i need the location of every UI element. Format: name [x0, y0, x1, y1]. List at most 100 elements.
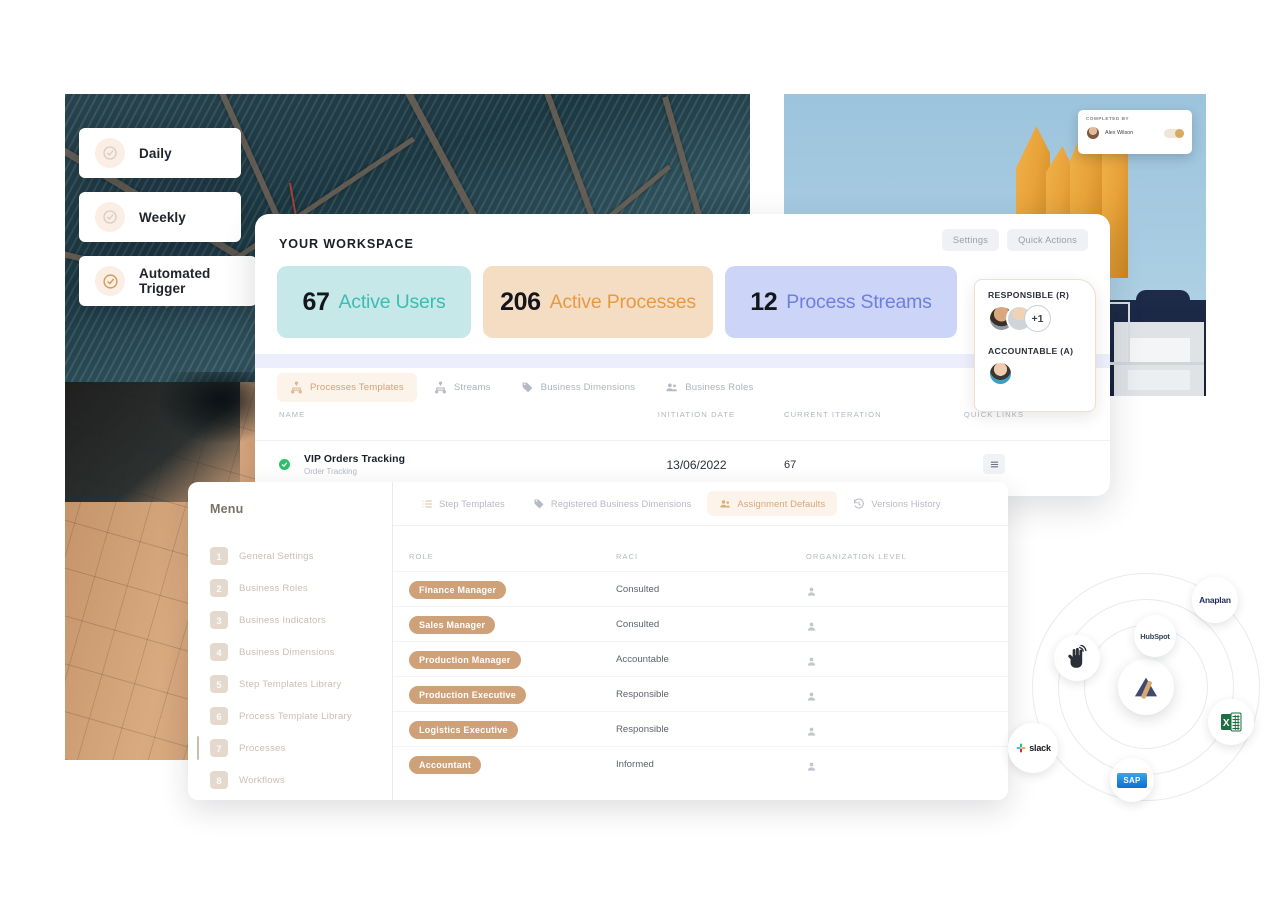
- slack-logo[interactable]: slack: [1008, 723, 1058, 773]
- tag-icon: [533, 498, 544, 509]
- touch-gesture-icon[interactable]: [1054, 635, 1100, 681]
- tab-label: Streams: [453, 382, 491, 393]
- list-menu-icon[interactable]: [983, 454, 1005, 475]
- tab-label: Processes Templates: [310, 382, 404, 393]
- column-header-organization-level: ORGANIZATION LEVEL: [806, 552, 907, 561]
- anaplan-logo[interactable]: Anaplan: [1192, 577, 1238, 623]
- stat-value: 12: [750, 287, 778, 316]
- stat-card-row: 67 Active Users 206 Active Processes 12 …: [277, 266, 957, 338]
- person-icon[interactable]: [806, 689, 817, 701]
- completed-toggle[interactable]: [1164, 128, 1184, 138]
- responsible-avatars: +1: [988, 305, 1095, 332]
- sidebar-item-step-templates-library[interactable]: 5 Step Templates Library: [188, 668, 392, 700]
- schedule-card-label: Daily: [139, 145, 172, 161]
- hierarchy-icon: [290, 381, 303, 394]
- completed-by-title: COMPLETED BY: [1086, 116, 1130, 121]
- settings-button[interactable]: Settings: [941, 229, 1000, 251]
- check-circle-icon: [95, 266, 125, 296]
- table-row[interactable]: Production Executive Responsible: [393, 676, 1008, 711]
- sidebar-item-label: Processes: [239, 742, 286, 754]
- table-row[interactable]: Logistics Executive Responsible: [393, 711, 1008, 746]
- raci-summary-card: RESPONSIBLE (R) +1 ACCOUNTABLE (A): [974, 279, 1096, 412]
- tab-versions-history[interactable]: Versions History: [841, 491, 952, 516]
- menu-title: Menu: [210, 502, 244, 516]
- sidebar-item-workflows[interactable]: 8 Workflows: [188, 764, 392, 796]
- stat-label: Process Streams: [786, 290, 932, 313]
- sidebar-item-general-settings[interactable]: 1 General Settings: [188, 540, 392, 572]
- row-subtitle: Order Tracking: [304, 466, 357, 476]
- person-icon[interactable]: [806, 654, 817, 666]
- sidebar-item-label: Business Dimensions: [239, 646, 335, 658]
- stat-card-process-streams[interactable]: 12 Process Streams: [725, 266, 957, 338]
- schedule-card-automated-trigger[interactable]: Automated Trigger: [79, 256, 257, 306]
- tab-label: Step Templates: [439, 498, 505, 509]
- app-logo-icon: [1118, 659, 1174, 715]
- role-pill[interactable]: Production Executive: [409, 685, 527, 704]
- sidebar-item-business-dimensions[interactable]: 4 Business Dimensions: [188, 636, 392, 668]
- role-pill[interactable]: Production Manager: [409, 650, 521, 669]
- raci-value: Accountable: [616, 653, 669, 665]
- raci-value: Consulted: [616, 583, 660, 595]
- column-header-raci: RACI: [616, 552, 639, 561]
- stat-value: 206: [500, 287, 541, 316]
- table-row[interactable]: Sales Manager Consulted: [393, 606, 1008, 641]
- table-row[interactable]: VIP Orders Tracking Order Tracking 13/06…: [255, 440, 1110, 488]
- raci-value: Consulted: [616, 618, 660, 630]
- sidebar-item-business-indicators[interactable]: 3 Business Indicators: [188, 604, 392, 636]
- role-pill[interactable]: Accountant: [409, 755, 481, 774]
- tab-business-dimensions[interactable]: Business Dimensions: [508, 373, 649, 402]
- schedule-card-weekly[interactable]: Weekly: [79, 192, 241, 242]
- role-pill[interactable]: Logistics Executive: [409, 720, 518, 739]
- check-circle-icon: [95, 202, 125, 232]
- tag-icon: [521, 381, 534, 394]
- hubspot-logo[interactable]: HubSpot: [1134, 615, 1176, 657]
- screenshot-stage: Daily Weekly Automated Trigger COMPLETED…: [0, 0, 1280, 907]
- tab-streams[interactable]: Streams: [421, 373, 504, 402]
- tab-label: Assignment Defaults: [737, 498, 826, 509]
- history-icon: [853, 498, 865, 509]
- tab-label: Registered Business Dimensions: [550, 498, 692, 509]
- avatar: [1086, 126, 1100, 140]
- sidebar-item-processes[interactable]: 7 Processes: [188, 732, 392, 764]
- person-icon[interactable]: [806, 619, 817, 631]
- person-icon[interactable]: [806, 759, 817, 771]
- person-icon[interactable]: [806, 724, 817, 736]
- sidebar-item-label: Step Templates Library: [239, 678, 342, 690]
- workspace-tabs: Processes Templates Streams Business Dim…: [277, 373, 766, 402]
- excel-logo[interactable]: X: [1208, 699, 1254, 745]
- sap-logo[interactable]: SAP: [1110, 758, 1154, 802]
- tab-registered-business-dimensions[interactable]: Registered Business Dimensions: [521, 491, 704, 516]
- table-row[interactable]: Accountant Informed: [393, 746, 1008, 781]
- completed-by-card: COMPLETED BY Alex Wilson: [1078, 110, 1192, 154]
- stat-card-active-processes[interactable]: 206 Active Processes: [483, 266, 713, 338]
- table-row[interactable]: Production Manager Accountable: [393, 641, 1008, 676]
- person-icon[interactable]: [806, 584, 817, 596]
- sidebar-item-business-roles[interactable]: 2 Business Roles: [188, 572, 392, 604]
- column-header-current-iteration: CURRENT ITERATION: [784, 410, 882, 419]
- sidebar-item-label: Business Roles: [239, 582, 308, 594]
- tab-business-roles[interactable]: Business Roles: [652, 373, 766, 402]
- accountable-title: ACCOUNTABLE (A): [988, 346, 1074, 356]
- avatar: [988, 361, 1013, 386]
- workspace-actions: Settings Quick Actions: [941, 229, 1088, 251]
- quick-actions-button[interactable]: Quick Actions: [1007, 229, 1088, 251]
- sidebar-item-process-template-library[interactable]: 6 Process Template Library: [188, 700, 392, 732]
- menu-item-number: 2: [210, 579, 228, 597]
- page-title: YOUR WORKSPACE: [279, 237, 414, 251]
- stat-card-active-users[interactable]: 67 Active Users: [277, 266, 471, 338]
- tab-processes-templates[interactable]: Processes Templates: [277, 373, 417, 402]
- schedule-card-daily[interactable]: Daily: [79, 128, 241, 178]
- responsible-title: RESPONSIBLE (R): [988, 290, 1070, 300]
- column-header-initiation-date: INITIATION DATE: [657, 410, 736, 419]
- tab-assignment-defaults[interactable]: Assignment Defaults: [707, 491, 838, 516]
- row-name: VIP Orders Tracking: [304, 453, 406, 465]
- table-row[interactable]: Finance Manager Consulted: [393, 571, 1008, 606]
- role-pill[interactable]: Sales Manager: [409, 615, 496, 634]
- detail-content: Step Templates Registered Business Dimen…: [393, 482, 1008, 800]
- avatar-overflow-count[interactable]: +1: [1024, 305, 1051, 332]
- tab-step-templates[interactable]: Step Templates: [409, 491, 517, 516]
- integrations-orbit: Anaplan HubSpot slack SAP X: [1008, 573, 1260, 802]
- row-current-iteration: 67: [784, 458, 797, 471]
- role-pill[interactable]: Finance Manager: [409, 580, 507, 599]
- tab-label: Business Roles: [685, 382, 754, 393]
